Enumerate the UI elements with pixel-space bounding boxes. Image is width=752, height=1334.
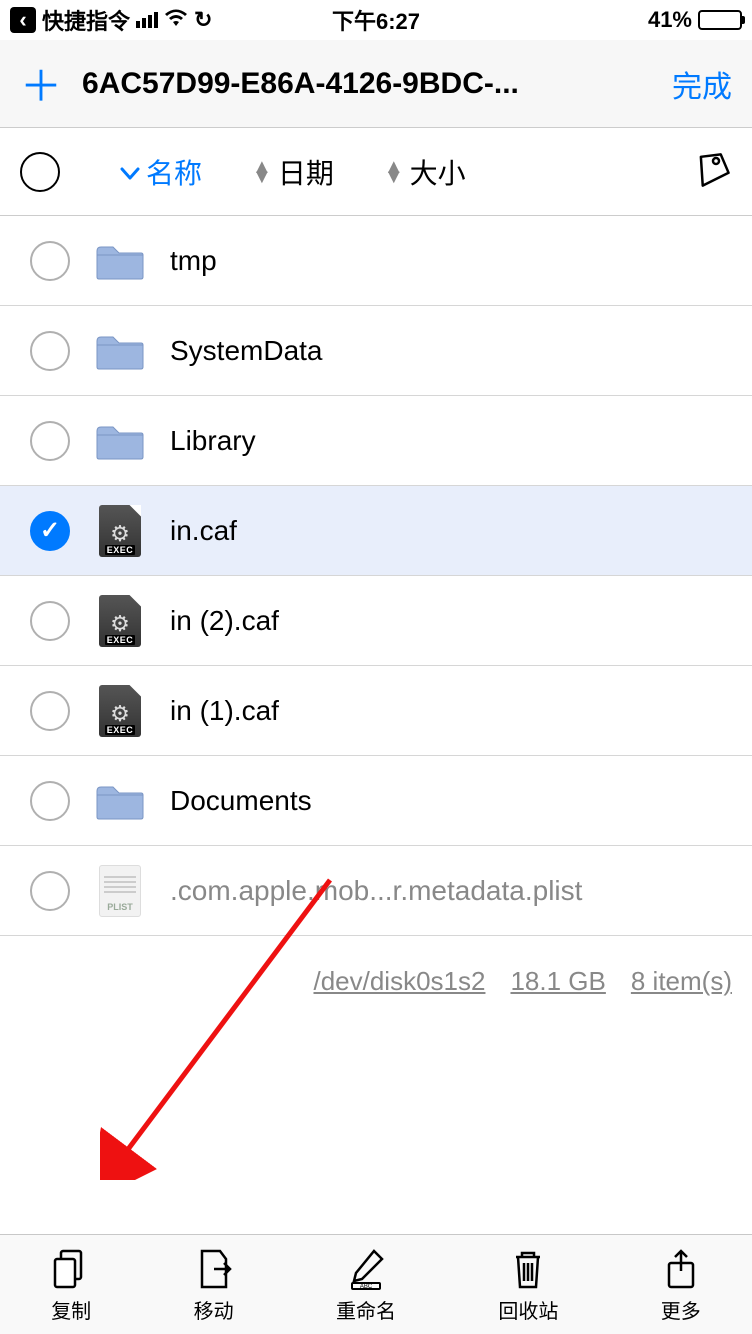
exec-icon: ⚙EXEC	[95, 601, 145, 641]
footer-space[interactable]: 18.1 GB	[510, 966, 605, 997]
trash-icon	[508, 1247, 548, 1291]
file-list: tmp SystemData Library ⚙EXEC in.caf ⚙EXEC in (…	[0, 216, 752, 936]
cellular-icon	[136, 12, 158, 28]
select-toggle[interactable]	[30, 691, 70, 731]
done-button[interactable]: 完成	[672, 62, 732, 106]
share-icon	[661, 1247, 701, 1291]
sort-size-label: 大小	[410, 152, 466, 192]
select-toggle[interactable]	[30, 601, 70, 641]
sort-by-date[interactable]: ▲▼ 日期	[252, 152, 334, 192]
portrait-lock-icon: ↻	[194, 7, 212, 33]
file-row[interactable]: Library	[0, 396, 752, 486]
rename-icon: ABC	[346, 1247, 386, 1291]
trash-button[interactable]: 回收站	[498, 1247, 558, 1324]
add-button[interactable]: ＋	[20, 53, 62, 114]
folder-icon	[95, 781, 145, 821]
sort-updown-icon: ▲▼	[384, 162, 404, 182]
file-row[interactable]: ⚙EXEC in (1).caf	[0, 666, 752, 756]
folder-icon	[95, 421, 145, 461]
copy-label: 复制	[51, 1295, 91, 1324]
exec-icon: ⚙EXEC	[95, 691, 145, 731]
file-row[interactable]: tmp	[0, 216, 752, 306]
footer-count[interactable]: 8 item(s)	[631, 966, 732, 997]
plist-icon: PLIST	[95, 871, 145, 911]
nav-bar: ＋ 6AC57D99-E86A-4126-9BDC-... 完成	[0, 40, 752, 128]
chevron-down-icon	[120, 156, 140, 188]
battery-percent: 41%	[648, 7, 692, 33]
file-name: in (1).caf	[170, 695, 732, 727]
more-button[interactable]: 更多	[661, 1247, 701, 1324]
file-name: Library	[170, 425, 732, 457]
sort-name-label: 名称	[146, 152, 202, 192]
select-toggle[interactable]	[30, 421, 70, 461]
sort-bar: 名称 ▲▼ 日期 ▲▼ 大小	[0, 128, 752, 216]
file-row[interactable]: ⚙EXEC in.caf	[0, 486, 752, 576]
back-app-label: 快捷指令	[42, 4, 130, 36]
status-bar: ‹ 快捷指令 ↻ 下午6:27 41%	[0, 0, 752, 40]
select-toggle[interactable]	[30, 871, 70, 911]
select-toggle[interactable]	[30, 511, 70, 551]
status-time: 下午6:27	[332, 4, 420, 36]
file-row[interactable]: ⚙EXEC in (2).caf	[0, 576, 752, 666]
sort-date-label: 日期	[278, 152, 334, 192]
select-all-toggle[interactable]	[20, 152, 60, 192]
file-name: Documents	[170, 785, 732, 817]
file-row[interactable]: SystemData	[0, 306, 752, 396]
sort-updown-icon: ▲▼	[252, 162, 272, 182]
more-label: 更多	[661, 1295, 701, 1324]
nav-title: 6AC57D99-E86A-4126-9BDC-...	[82, 67, 652, 101]
file-name: .com.apple.mob...r.metadata.plist	[170, 875, 732, 907]
file-name: tmp	[170, 245, 732, 277]
rename-label: 重命名	[336, 1295, 396, 1324]
tag-button[interactable]	[688, 147, 732, 196]
select-toggle[interactable]	[30, 331, 70, 371]
file-row[interactable]: Documents	[0, 756, 752, 846]
back-app-icon[interactable]: ‹	[10, 7, 36, 33]
move-label: 移动	[194, 1295, 234, 1324]
trash-label: 回收站	[498, 1295, 558, 1324]
footer-path[interactable]: /dev/disk0s1s2	[313, 966, 485, 997]
move-icon	[194, 1247, 234, 1291]
select-toggle[interactable]	[30, 241, 70, 281]
copy-button[interactable]: 复制	[51, 1247, 91, 1324]
file-row[interactable]: PLIST .com.apple.mob...r.metadata.plist	[0, 846, 752, 936]
battery-icon	[698, 10, 742, 30]
exec-icon: ⚙EXEC	[95, 511, 145, 551]
file-name: SystemData	[170, 335, 732, 367]
wifi-icon	[164, 7, 188, 33]
rename-button[interactable]: ABC 重命名	[336, 1247, 396, 1324]
sort-by-size[interactable]: ▲▼ 大小	[384, 152, 466, 192]
select-toggle[interactable]	[30, 781, 70, 821]
sort-by-name[interactable]: 名称	[120, 152, 202, 192]
footer-info: /dev/disk0s1s2 18.1 GB 8 item(s)	[0, 936, 752, 997]
file-name: in (2).caf	[170, 605, 732, 637]
copy-icon	[51, 1247, 91, 1291]
bottom-toolbar: 复制 移动 ABC 重命名 回收站 更多	[0, 1234, 752, 1334]
file-name: in.caf	[170, 515, 732, 547]
folder-icon	[95, 241, 145, 281]
svg-text:ABC: ABC	[360, 1284, 373, 1290]
folder-icon	[95, 331, 145, 371]
move-button[interactable]: 移动	[194, 1247, 234, 1324]
